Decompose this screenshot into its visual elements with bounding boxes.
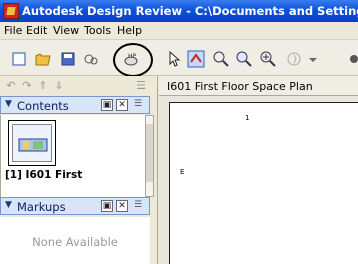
orbit-icon[interactable] — [285, 50, 303, 68]
open-icon[interactable] — [34, 50, 52, 68]
menu-file[interactable]: File — [4, 24, 22, 37]
markups-list: None Available — [0, 217, 150, 264]
close-icon[interactable]: ✕ — [116, 200, 128, 212]
contents-list: [1] I601 First — [0, 115, 150, 197]
menu-help[interactable]: Help — [117, 24, 142, 37]
highlight-circle — [113, 43, 153, 77]
more-tools-icon[interactable] — [347, 50, 358, 68]
redo-icon[interactable]: ↷ — [20, 79, 34, 93]
left-panel: ↶ ↷ ⇑ ⇓ ☰ ▼ Contents ▣ ✕ ☰ [1] I601 Firs… — [0, 76, 158, 264]
drawing-title: I601 First Floor Space Plan — [167, 80, 313, 93]
zoom-rectangle-icon[interactable] — [212, 50, 230, 68]
collapse-icon[interactable]: ▼ — [5, 200, 12, 210]
menu-bar: File Edit View Tools Help — [0, 22, 358, 40]
print-icon[interactable] — [82, 50, 100, 68]
select-icon[interactable] — [165, 50, 183, 68]
markups-title: Markups — [17, 200, 66, 214]
menu-tools[interactable]: Tools — [84, 24, 111, 37]
save-icon[interactable] — [59, 50, 77, 68]
undo-icon[interactable]: ↶ — [4, 79, 18, 93]
menu-view[interactable]: View — [53, 24, 79, 37]
pin-icon[interactable]: ▣ — [101, 99, 113, 111]
pan-icon[interactable] — [187, 50, 205, 68]
scrollbar-thumb[interactable] — [146, 124, 153, 182]
move-up-icon[interactable]: ⇑ — [36, 79, 50, 93]
sheet-label[interactable]: [1] I601 First — [5, 169, 82, 181]
collapse-icon[interactable]: ▼ — [5, 99, 12, 109]
close-icon[interactable]: ✕ — [116, 99, 128, 111]
main-toolbar: HP — [0, 40, 358, 76]
panel-toolbar: ↶ ↷ ⇑ ⇓ ☰ — [0, 76, 158, 96]
window-title: Autodesk Design Review - C:\Documents an… — [22, 4, 358, 18]
zoom-extents-icon[interactable] — [259, 50, 277, 68]
panel-options-icon[interactable]: ☰ — [134, 79, 148, 93]
grid-mark: E — [180, 168, 185, 176]
app-icon — [3, 3, 19, 19]
list-icon[interactable]: ☰ — [132, 99, 144, 111]
list-icon[interactable]: ☰ — [132, 200, 144, 212]
floor-plan-thumbnail-icon — [12, 124, 52, 162]
empty-message: None Available — [32, 235, 118, 249]
drawing-panel: I601 First Floor Space Plan — [159, 76, 358, 264]
contents-title: Contents — [17, 99, 69, 113]
title-bar: Autodesk Design Review - C:\Documents an… — [0, 0, 358, 22]
menu-edit[interactable]: Edit — [26, 24, 47, 37]
grid-mark: 1 — [245, 114, 250, 122]
contents-header[interactable]: ▼ Contents ▣ ✕ ☰ — [0, 96, 150, 114]
drawing-tab-bar: I601 First Floor Space Plan — [159, 76, 358, 96]
new-icon[interactable] — [10, 50, 28, 68]
zoom-icon[interactable] — [235, 50, 253, 68]
markups-header[interactable]: ▼ Markups ▣ ✕ ☰ — [0, 197, 150, 215]
dropdown-arrow-icon[interactable] — [304, 50, 322, 68]
drawing-canvas[interactable] — [169, 102, 358, 264]
move-down-icon[interactable]: ⇓ — [52, 79, 66, 93]
sheet-thumbnail[interactable] — [8, 120, 56, 166]
contents-scrollbar[interactable] — [145, 115, 154, 197]
pin-icon[interactable]: ▣ — [101, 200, 113, 212]
